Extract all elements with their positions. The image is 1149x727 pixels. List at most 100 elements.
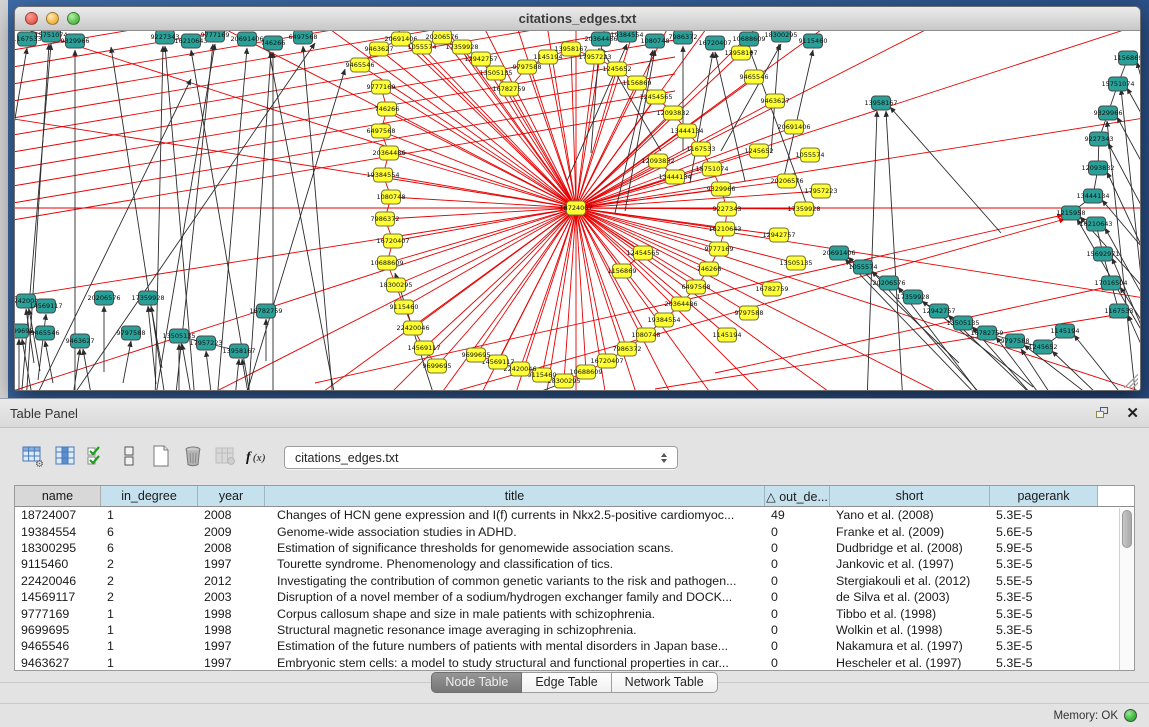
node-label: 12454565 bbox=[626, 249, 659, 257]
node-label: 19384554 bbox=[366, 171, 399, 179]
col-header-short[interactable]: short bbox=[830, 486, 990, 506]
col-header-in_degree[interactable]: in_degree bbox=[101, 486, 198, 506]
node-label: 1145194 bbox=[1051, 327, 1080, 335]
node-label: 9465546 bbox=[31, 329, 60, 337]
tab-node-table[interactable]: Node Table bbox=[431, 672, 522, 693]
col-header-title[interactable]: title bbox=[265, 486, 765, 506]
node-label: 16782759 bbox=[249, 307, 282, 315]
cell-year: 2008 bbox=[198, 541, 265, 555]
col-header-filler bbox=[1098, 486, 1134, 506]
node-label: 20691406 bbox=[230, 35, 263, 43]
node-label: 19384554 bbox=[610, 31, 643, 39]
node-label: 17957223 bbox=[578, 53, 611, 61]
node-label: 1156869 bbox=[608, 267, 637, 275]
memory-status-label: Memory: OK bbox=[1053, 710, 1118, 722]
row-height-icon[interactable] bbox=[116, 443, 142, 471]
select-all-check-icon[interactable] bbox=[84, 443, 110, 471]
node-label: 16720407 bbox=[590, 357, 623, 365]
node-label: 7986372 bbox=[371, 215, 400, 223]
table-scrollbar-thumb[interactable] bbox=[1122, 510, 1132, 548]
node-label: 16782759 bbox=[492, 85, 525, 93]
node-label: 9115460 bbox=[390, 303, 419, 311]
node-label: 9329966 bbox=[707, 185, 736, 193]
node-label: 12942757 bbox=[464, 55, 497, 63]
network-canvas[interactable]: 1872400797771697462666497568203644861938… bbox=[15, 31, 1140, 390]
show-columns-icon[interactable] bbox=[52, 443, 78, 471]
col-header-year[interactable]: year bbox=[198, 486, 265, 506]
node-label: 9463627 bbox=[365, 45, 394, 53]
node-label: 17016504 bbox=[1094, 279, 1127, 287]
node-label: 17359928 bbox=[896, 293, 929, 301]
node-label: 16720407 bbox=[376, 237, 409, 245]
cell-year: 2012 bbox=[198, 574, 265, 588]
table-row[interactable]: 1938455462009Genome-wide association stu… bbox=[15, 523, 1134, 539]
window-title: citations_edges.txt bbox=[15, 11, 1140, 26]
node-label: 14569117 bbox=[481, 358, 514, 366]
cell-year: 1998 bbox=[198, 623, 265, 637]
table-row[interactable]: 2242004622012Investigating the contribut… bbox=[15, 573, 1134, 589]
node-label: 9797588 bbox=[513, 63, 542, 71]
table-row[interactable]: 1456911722003Disruption of a novel membe… bbox=[15, 589, 1134, 605]
cell-short: Nakamura et al. (1997) bbox=[830, 639, 990, 653]
col-header-out_degree[interactable]: △ out_de... bbox=[765, 486, 830, 506]
node-label: 17957223 bbox=[189, 339, 222, 347]
cell-short: Stergiakouli et al. (2012) bbox=[830, 574, 990, 588]
table-row[interactable]: 911546021997Tourette syndrome. Phenomeno… bbox=[15, 556, 1134, 572]
cell-year: 2009 bbox=[198, 525, 265, 539]
cell-short: Yano et al. (2008) bbox=[830, 508, 990, 522]
cell-name: 19384554 bbox=[15, 525, 101, 539]
cell-name: 14569117 bbox=[15, 590, 101, 604]
cell-name: 22420046 bbox=[15, 574, 101, 588]
cell-title: Genome-wide association studies in ADHD. bbox=[265, 525, 765, 539]
node-label: 16210643 bbox=[708, 225, 741, 233]
cell-pagerank: 5.3E-5 bbox=[990, 639, 1098, 653]
col-header-pagerank[interactable]: pagerank bbox=[990, 486, 1098, 506]
window-resize-grip[interactable] bbox=[1124, 374, 1138, 388]
cell-title: Structural magnetic resonance image aver… bbox=[265, 623, 765, 637]
cell-pagerank: 5.6E-5 bbox=[990, 525, 1098, 539]
float-panel-icon[interactable] bbox=[1096, 407, 1110, 420]
window-titlebar[interactable]: citations_edges.txt bbox=[15, 7, 1140, 31]
node-label: 13958167 bbox=[554, 45, 587, 53]
table-row[interactable]: 977716911998Corpus callosum shape and si… bbox=[15, 605, 1134, 621]
application-screen: citations_edges.txt 18724007977716974626… bbox=[0, 0, 1149, 727]
table-scrollbar-track[interactable] bbox=[1119, 508, 1134, 670]
node-label: 12093832 bbox=[656, 109, 689, 117]
close-panel-icon[interactable]: ✕ bbox=[1126, 406, 1139, 421]
tab-edge-table[interactable]: Edge Table bbox=[522, 672, 611, 693]
cell-name: 9777169 bbox=[15, 607, 101, 621]
node-label: 1055574 bbox=[849, 263, 878, 271]
memory-status-indicator-icon[interactable] bbox=[1124, 709, 1137, 722]
new-table-icon[interactable] bbox=[148, 443, 174, 471]
node-label: 16720407 bbox=[698, 39, 731, 47]
node-label: 20206576 bbox=[872, 279, 905, 287]
tab-network-table[interactable]: Network Table bbox=[612, 672, 718, 693]
node-label: 13958167 bbox=[222, 347, 255, 355]
node-label: 13958167 bbox=[724, 49, 757, 57]
table-row[interactable]: 946554611997Estimation of the future num… bbox=[15, 638, 1134, 654]
cell-in_degree: 1 bbox=[101, 639, 198, 653]
node-label: 6497568 bbox=[682, 283, 711, 291]
table-row[interactable]: 946362711997Embryonic stem cells: a mode… bbox=[15, 655, 1134, 671]
node-label: 1055574 bbox=[796, 151, 825, 159]
delete-table-icon[interactable] bbox=[180, 443, 206, 471]
node-label: 17359928 bbox=[445, 43, 478, 51]
cell-year: 1997 bbox=[198, 557, 265, 571]
node-label: 17359928 bbox=[131, 294, 164, 302]
table-row[interactable]: 1872400712008Changes of HCN gene express… bbox=[15, 507, 1134, 523]
network-view[interactable]: 1872400797771697462666497568203644861938… bbox=[15, 31, 1140, 390]
node-label: 1167533 bbox=[687, 145, 716, 153]
table-header-row: namein_degreeyeartitle△ out_de...shortpa… bbox=[15, 486, 1134, 507]
col-header-name[interactable]: name bbox=[15, 486, 101, 506]
minimize-window-button[interactable] bbox=[46, 12, 59, 25]
function-builder-icon[interactable]: f(x) bbox=[244, 443, 270, 471]
close-window-button[interactable] bbox=[25, 12, 38, 25]
zoom-window-button[interactable] bbox=[67, 12, 80, 25]
table-row[interactable]: 1830029562008Estimation of significance … bbox=[15, 540, 1134, 556]
table-options-icon[interactable]: ⚙ bbox=[20, 443, 46, 471]
table-select-dropdown[interactable]: citations_edges.txt bbox=[284, 446, 678, 469]
cell-short: Dudbridge et al. (2008) bbox=[830, 541, 990, 555]
table-row[interactable]: 969969511998Structural magnetic resonanc… bbox=[15, 622, 1134, 638]
cell-pagerank: 5.3E-5 bbox=[990, 557, 1098, 571]
cell-out_degree: 0 bbox=[765, 639, 830, 653]
